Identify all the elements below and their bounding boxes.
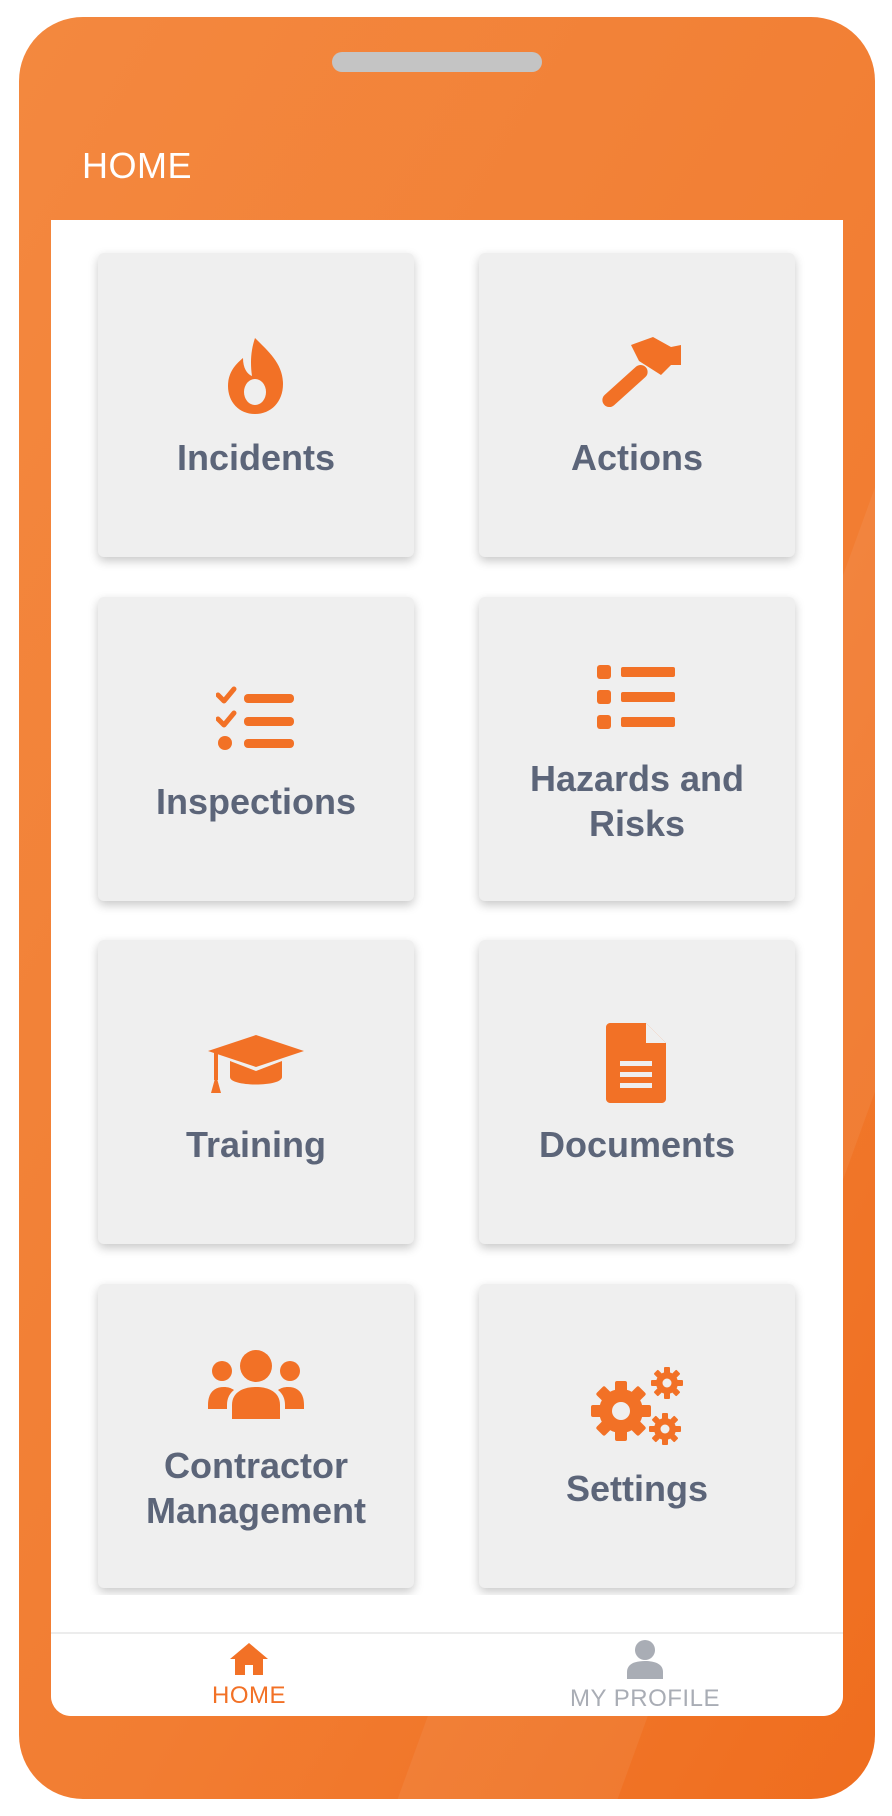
tile-label: Hazards and Risks [529, 758, 745, 844]
nav-my-profile[interactable]: MY PROFILE [447, 1634, 843, 1716]
tile-contractor-management[interactable]: Contractor Management [98, 1284, 414, 1588]
graduation-cap-icon [206, 1018, 306, 1108]
tile-hazards-and-risks[interactable]: Hazards and Risks [479, 597, 795, 901]
nav-home[interactable]: HOME [51, 1634, 447, 1716]
speaker-grille [332, 52, 542, 72]
menu-grid: Incidents Actions Inspections Hazards an… [51, 220, 843, 1595]
tile-label: Contractor Management [145, 1445, 367, 1531]
tile-label: Settings [565, 1467, 708, 1509]
list-icon [587, 652, 687, 742]
tile-label: Training [185, 1123, 326, 1165]
document-icon [587, 1018, 687, 1108]
tile-actions[interactable]: Actions [479, 253, 795, 557]
tile-settings[interactable]: Settings [479, 1284, 795, 1588]
gears-icon [587, 1362, 687, 1452]
tile-label: Actions [570, 436, 703, 478]
nav-my-profile-label: MY PROFILE [570, 1685, 720, 1712]
tile-label: Incidents [176, 436, 336, 478]
tile-label: Inspections [155, 780, 357, 822]
hammer-icon [587, 331, 687, 421]
home-icon [230, 1643, 268, 1675]
tile-training[interactable]: Training [98, 940, 414, 1244]
page-title: HOME [82, 145, 192, 186]
phone-frame: HOME Incidents Actions Inspections Hazar… [19, 17, 875, 1799]
users-icon [206, 1339, 306, 1429]
bottom-nav: HOME MY PROFILE [51, 1632, 843, 1716]
user-icon [627, 1640, 663, 1679]
checklist-icon [206, 675, 306, 765]
app-screen: Incidents Actions Inspections Hazards an… [51, 220, 843, 1716]
tile-label: Documents [538, 1123, 736, 1165]
nav-home-label: HOME [212, 1682, 286, 1709]
tile-incidents[interactable]: Incidents [98, 253, 414, 557]
tile-documents[interactable]: Documents [479, 940, 795, 1244]
flame-icon [206, 331, 306, 421]
tile-inspections[interactable]: Inspections [98, 597, 414, 901]
